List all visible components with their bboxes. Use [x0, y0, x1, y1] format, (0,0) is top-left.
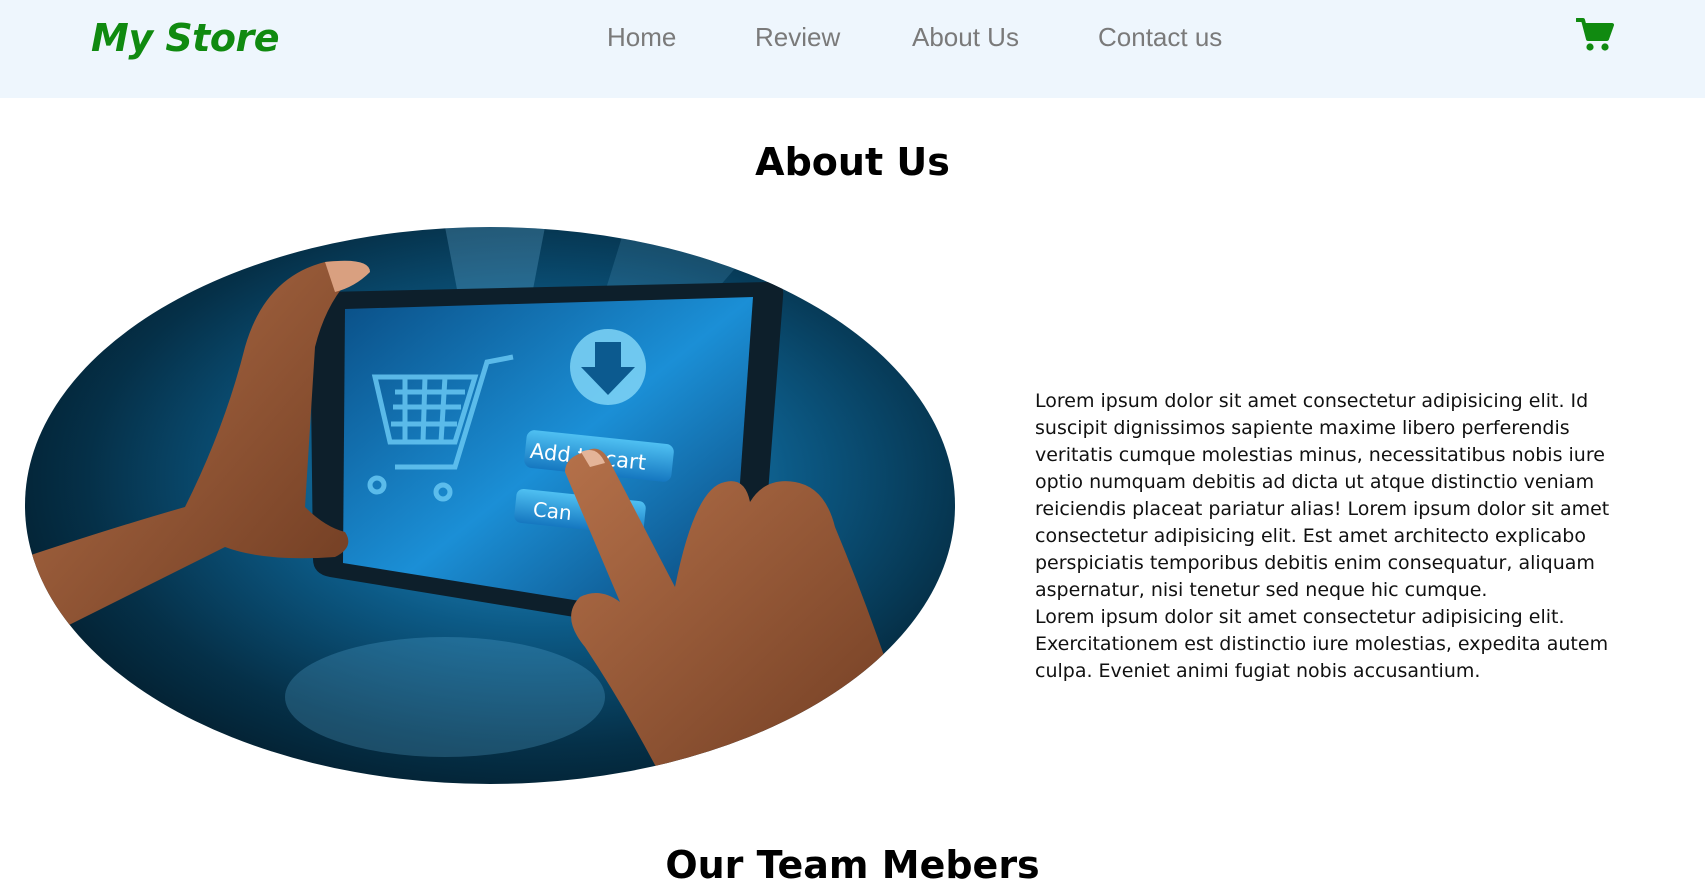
shopping-cart-icon[interactable]: [1575, 17, 1616, 53]
hero-image: Add to cart Can: [25, 227, 955, 784]
nav-link-contact-us[interactable]: Contact us: [1098, 22, 1222, 53]
nav-link-about-us[interactable]: About Us: [912, 22, 1019, 53]
team-members-heading: Our Team Mebers: [665, 843, 1040, 885]
about-us-text: Lorem ipsum dolor sit amet consectetur a…: [1035, 388, 1610, 685]
about-us-heading: About Us: [755, 140, 950, 184]
navbar: My Store Home Review About Us Contact us: [0, 0, 1705, 98]
about-paragraph-1: Lorem ipsum dolor sit amet consectetur a…: [1035, 390, 1610, 601]
nav-link-home[interactable]: Home: [607, 22, 676, 53]
nav-link-review[interactable]: Review: [755, 22, 840, 53]
brand-logo[interactable]: My Store: [91, 16, 279, 60]
about-paragraph-2: Lorem ipsum dolor sit amet consectetur a…: [1035, 606, 1609, 682]
screen-cancel-text: Can: [532, 497, 573, 525]
